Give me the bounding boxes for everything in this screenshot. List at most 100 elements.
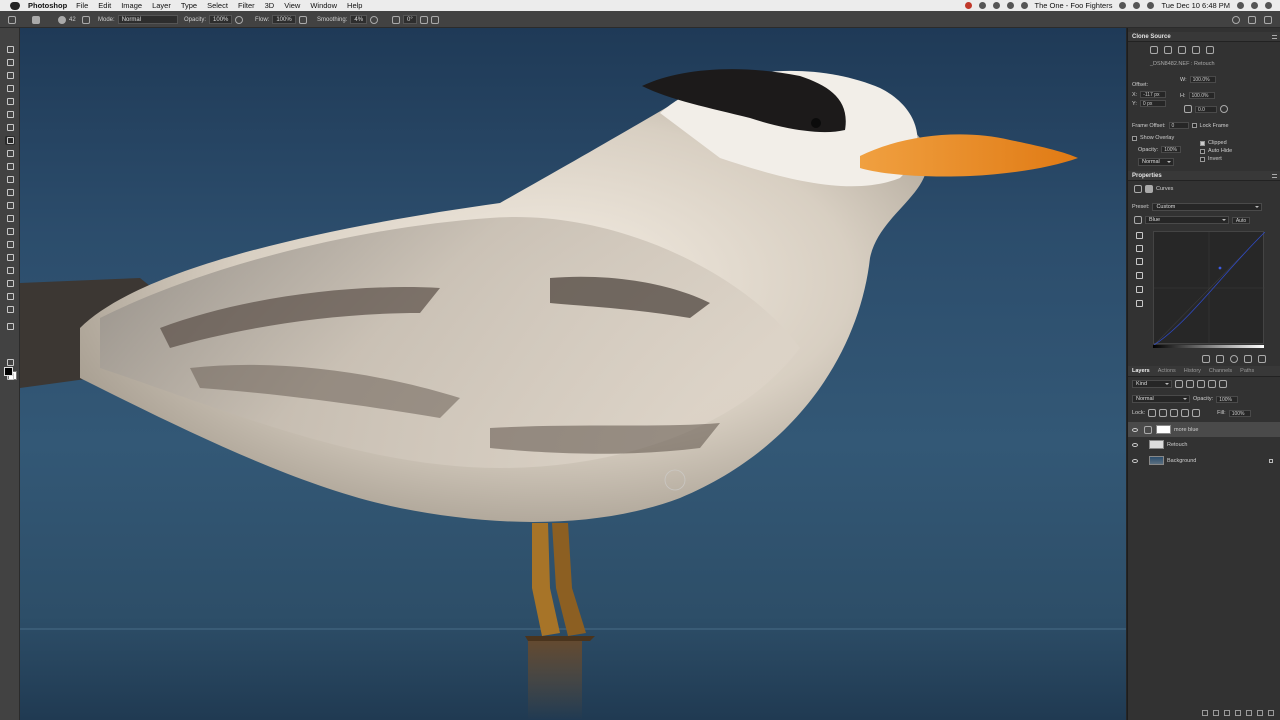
bluetooth-icon[interactable] [1119, 2, 1127, 9]
targeted-adjust-icon[interactable] [1134, 216, 1142, 224]
sample-black-eyedropper[interactable] [1134, 231, 1144, 240]
record-icon[interactable] [964, 2, 972, 9]
sample-white-eyedropper[interactable] [1134, 257, 1144, 266]
sample-gray-eyedropper[interactable] [1134, 244, 1144, 253]
overlay-opacity-field[interactable]: 100% [1161, 146, 1182, 153]
home-icon[interactable] [8, 11, 16, 28]
layer-filter-dropdown[interactable]: Kind [1132, 380, 1172, 388]
curve-point-tool[interactable] [1134, 271, 1144, 280]
view-previous-icon[interactable] [1216, 355, 1224, 363]
tab-layers[interactable]: Layers [1128, 368, 1154, 374]
layer-row-background[interactable]: Background [1128, 453, 1280, 468]
angle-field[interactable]: 0° [403, 15, 417, 24]
search-icon[interactable] [1237, 2, 1244, 9]
hand-tool[interactable] [5, 279, 15, 288]
eraser-tool[interactable] [5, 175, 15, 184]
menu-select[interactable]: Select [207, 1, 228, 10]
gradient-tool[interactable] [5, 188, 15, 197]
reset-icon[interactable] [1230, 355, 1238, 363]
lock-artboard-icon[interactable] [1181, 409, 1190, 417]
menu-view[interactable]: View [284, 1, 300, 10]
time-machine-icon[interactable] [1147, 2, 1155, 9]
new-layer-icon[interactable] [1257, 710, 1263, 716]
smooth-curve-icon[interactable] [1134, 299, 1144, 308]
document-canvas[interactable] [20, 28, 1126, 720]
sync-icon[interactable] [992, 2, 1000, 9]
fill-field[interactable]: 100% [1228, 409, 1251, 417]
lock-frame-checkbox[interactable] [1191, 123, 1197, 128]
lock-icon[interactable] [1269, 458, 1273, 463]
offset-y-field[interactable]: 0 px [1139, 100, 1166, 107]
scale-w-field[interactable]: 100.0% [1189, 76, 1216, 83]
reset-transform-icon[interactable] [1220, 105, 1228, 113]
curves-graph[interactable] [1153, 231, 1266, 346]
auto-button[interactable]: Auto [1232, 216, 1250, 224]
auto-hide-checkbox[interactable] [1200, 148, 1205, 154]
zoom-tool[interactable] [5, 292, 15, 301]
symmetry-icon[interactable] [430, 15, 439, 24]
menu-window[interactable]: Window [310, 1, 337, 10]
link-icon[interactable] [1202, 710, 1208, 716]
clone-stamp-tool[interactable] [5, 149, 15, 158]
adjustment-layer-icon[interactable] [1235, 710, 1241, 716]
invert-checkbox[interactable] [1200, 156, 1205, 162]
clipped-checkbox[interactable] [1200, 140, 1205, 146]
lock-all-icon[interactable] [1192, 409, 1201, 417]
eyedropper-tool[interactable] [5, 110, 15, 119]
apple-icon[interactable] [10, 1, 20, 10]
layer-thumbnail[interactable] [1149, 440, 1164, 449]
filter-smart-icon[interactable] [1219, 380, 1227, 388]
list-icon[interactable] [1265, 2, 1272, 9]
trash-icon[interactable] [1258, 355, 1266, 363]
smoothing-field[interactable]: 4% [350, 15, 368, 24]
filter-type-icon[interactable] [1197, 380, 1205, 388]
healing-brush-tool[interactable] [5, 123, 15, 132]
menu-file[interactable]: File [76, 1, 88, 10]
menu-help[interactable]: Help [347, 1, 362, 10]
blend-mode-dropdown[interactable]: Normal [1132, 395, 1190, 403]
layer-opacity-field[interactable]: 100% [1216, 395, 1239, 403]
eye-icon[interactable] [1132, 458, 1138, 463]
brush-tool-icon[interactable] [32, 11, 40, 28]
menu-type[interactable]: Type [181, 1, 197, 10]
pressure-opacity-icon[interactable] [235, 15, 244, 24]
history-brush-tool[interactable] [5, 162, 15, 171]
tab-actions[interactable]: Actions [1154, 368, 1180, 374]
visibility-icon[interactable] [1244, 355, 1252, 363]
smoothing-options-icon[interactable] [370, 15, 379, 24]
dropbox-icon[interactable] [1006, 2, 1014, 9]
rotate-field[interactable]: 0.0 [1195, 105, 1217, 113]
clock[interactable]: Tue Dec 10 6:48 PM [1161, 1, 1230, 10]
share-icon[interactable] [1264, 15, 1272, 24]
lock-transparency-icon[interactable] [1148, 409, 1157, 417]
filter-pixel-icon[interactable] [1175, 380, 1183, 388]
wifi-icon[interactable] [1133, 2, 1141, 9]
menu-edit[interactable]: Edit [98, 1, 111, 10]
layer-name[interactable]: more blue [1174, 427, 1198, 433]
filter-adjustment-icon[interactable] [1186, 380, 1194, 388]
layer-name[interactable]: Retouch [1167, 442, 1188, 448]
layer-row-more-blue[interactable]: more blue [1128, 422, 1280, 437]
shape-tool[interactable] [5, 266, 15, 275]
pen-tool[interactable] [5, 227, 15, 236]
tab-history[interactable]: History [1180, 368, 1205, 374]
clone-source-1-icon[interactable] [1150, 46, 1158, 54]
menu-layer[interactable]: Layer [152, 1, 171, 10]
lock-pixels-icon[interactable] [1159, 409, 1168, 417]
mask-icon[interactable] [1145, 185, 1153, 193]
add-mask-icon[interactable] [1224, 710, 1230, 716]
menu-image[interactable]: Image [121, 1, 142, 10]
brush-settings-icon[interactable] [82, 11, 90, 28]
search-icon[interactable] [1232, 15, 1240, 24]
channel-dropdown[interactable]: Blue [1145, 216, 1229, 224]
properties-panel-title[interactable]: Properties [1128, 171, 1280, 181]
dodge-tool[interactable] [5, 214, 15, 223]
clone-source-5-icon[interactable] [1206, 46, 1214, 54]
brush-preset-picker[interactable]: 42 [58, 11, 76, 28]
eye-icon[interactable] [1132, 427, 1138, 432]
music-icon[interactable] [1020, 2, 1028, 9]
curve-pencil-tool[interactable] [1134, 285, 1144, 294]
control-center-icon[interactable] [1251, 2, 1258, 9]
magic-wand-tool[interactable] [5, 84, 15, 93]
now-playing[interactable]: The One - Foo Fighters [1035, 1, 1113, 10]
